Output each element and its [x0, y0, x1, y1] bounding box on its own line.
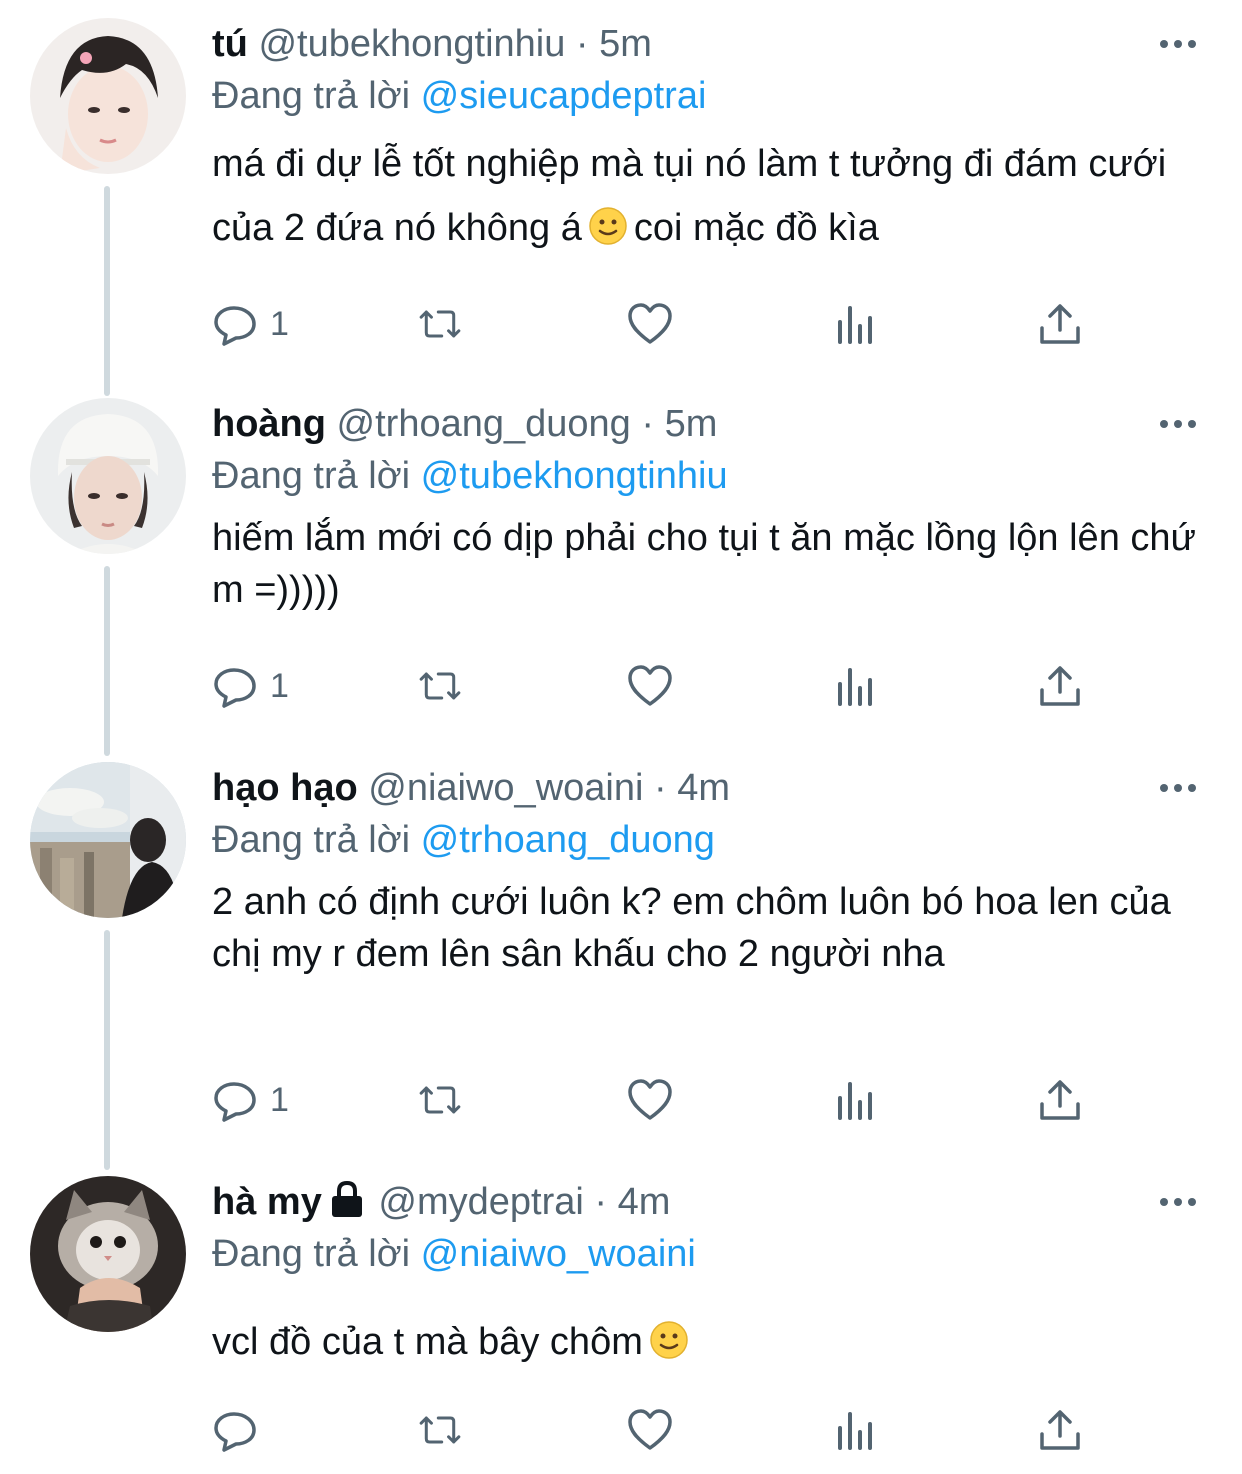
replying-label: Đang trả lời	[212, 455, 411, 497]
tweet-header: hạo hạo @niaiwo_woaini · 4m	[212, 762, 1212, 814]
user-handle[interactable]: @tubekhongtinhiu	[258, 23, 565, 65]
tweet-text-part: vcl đồ của t mà bây chôm	[212, 1321, 643, 1363]
slightly-smiling-face-icon	[589, 207, 627, 245]
replying-label: Đang trả lời	[212, 1233, 411, 1275]
like-button[interactable]	[626, 660, 674, 712]
like-button[interactable]	[626, 298, 674, 350]
replying-to-handle[interactable]: @sieucapdeptrai	[421, 75, 707, 117]
avatar[interactable]	[30, 762, 186, 918]
share-button[interactable]	[1036, 1404, 1084, 1456]
share-icon	[1040, 1080, 1080, 1120]
retweet-icon	[419, 310, 461, 338]
heart-icon	[628, 303, 672, 344]
tweet-header: hoàng @trhoang_duong · 5m	[212, 398, 1212, 450]
timestamp[interactable]: 4m	[677, 767, 730, 809]
heart-icon	[628, 1409, 672, 1450]
like-button[interactable]	[626, 1074, 674, 1126]
replying-to-line: Đang trả lời @sieucapdeptrai	[212, 70, 1212, 122]
user-handle[interactable]: @mydeptrai	[378, 1181, 583, 1223]
analytics-icon	[838, 306, 872, 344]
reply-count: 1	[270, 304, 289, 343]
display-name[interactable]: tú	[212, 23, 248, 65]
replying-to-handle[interactable]: @niaiwo_woaini	[421, 1233, 696, 1275]
reply-bubble-icon	[214, 668, 256, 708]
lock-icon	[331, 1180, 362, 1217]
retweet-button[interactable]	[416, 660, 464, 712]
analytics-button[interactable]	[832, 1404, 880, 1456]
analytics-button[interactable]	[832, 298, 880, 350]
retweet-icon	[419, 1416, 461, 1444]
more-dots-icon[interactable]	[1158, 18, 1198, 70]
analytics-button[interactable]	[832, 1074, 880, 1126]
retweet-button[interactable]	[416, 298, 464, 350]
thread-connector	[104, 186, 110, 396]
replying-to-handle[interactable]: @tubekhongtinhiu	[421, 455, 728, 497]
share-icon	[1040, 304, 1080, 344]
retweet-icon	[419, 1086, 461, 1114]
share-button[interactable]	[1036, 660, 1084, 712]
analytics-button[interactable]	[832, 660, 880, 712]
analytics-icon	[838, 1082, 872, 1120]
share-icon	[1040, 666, 1080, 706]
heart-icon	[628, 665, 672, 706]
retweet-button[interactable]	[416, 1074, 464, 1126]
reply-bubble-icon	[214, 1412, 256, 1452]
slightly-smiling-face-icon	[650, 1321, 688, 1359]
tweet-actions	[212, 1404, 1092, 1456]
display-name[interactable]: hoàng	[212, 403, 326, 445]
heart-icon	[628, 1079, 672, 1120]
replying-to-handle[interactable]: @trhoang_duong	[421, 819, 715, 861]
tweet-header: hà my @mydeptrai · 4m	[212, 1176, 1212, 1228]
avatar[interactable]	[30, 1176, 186, 1332]
more-dots-icon[interactable]	[1158, 398, 1198, 450]
user-handle[interactable]: @trhoang_duong	[337, 403, 631, 445]
reply-button[interactable]: 1	[212, 660, 289, 712]
thread-connector	[104, 566, 110, 756]
user-handle[interactable]: @niaiwo_woaini	[368, 767, 643, 809]
tweet-text-part: coi mặc đồ kìa	[633, 207, 879, 249]
more-dots-icon[interactable]	[1158, 1176, 1198, 1228]
timestamp[interactable]: 5m	[665, 403, 718, 445]
share-button[interactable]	[1036, 1074, 1084, 1126]
reply-count: 1	[270, 666, 289, 705]
reply-count: 1	[270, 1080, 289, 1119]
analytics-icon	[838, 1412, 872, 1450]
separator-dot: ·	[575, 23, 589, 65]
separator-dot: ·	[653, 767, 667, 809]
reply-button[interactable]: 1	[212, 1074, 289, 1126]
replying-to-line: Đang trả lời @niaiwo_woaini	[212, 1228, 1212, 1280]
tweet-text: hiếm lắm mới có dịp phải cho tụi t ăn mặ…	[212, 517, 1196, 611]
avatar[interactable]	[30, 18, 186, 174]
replying-label: Đang trả lời	[212, 819, 411, 861]
analytics-icon	[838, 668, 872, 706]
tweet-text: vcl đồ của t mà bây chôm	[212, 1310, 1212, 1374]
tweet-text: 2 anh có định cưới luôn k? em chôm luôn …	[212, 881, 1171, 975]
separator-dot: ·	[594, 1181, 608, 1223]
reply-button[interactable]: 1	[212, 298, 289, 350]
separator-dot: ·	[641, 403, 655, 445]
share-icon	[1040, 1410, 1080, 1450]
like-button[interactable]	[626, 1404, 674, 1456]
share-button[interactable]	[1036, 298, 1084, 350]
replying-to-line: Đang trả lời @trhoang_duong	[212, 814, 1212, 866]
tweet-actions: 1	[212, 660, 1092, 712]
retweet-icon	[419, 672, 461, 700]
thread-connector	[104, 930, 110, 1170]
retweet-button[interactable]	[416, 1404, 464, 1456]
tweet-actions: 1	[212, 1074, 1092, 1126]
display-name[interactable]: hà my	[212, 1181, 322, 1223]
display-name[interactable]: hạo hạo	[212, 767, 358, 809]
reply-button[interactable]	[212, 1404, 270, 1456]
timestamp[interactable]: 4m	[618, 1181, 671, 1223]
tweet-actions: 1	[212, 298, 1092, 350]
replying-to-line: Đang trả lời @tubekhongtinhiu	[212, 450, 1212, 502]
avatar[interactable]	[30, 398, 186, 554]
reply-bubble-icon	[214, 1082, 256, 1122]
timestamp[interactable]: 5m	[599, 23, 652, 65]
reply-bubble-icon	[214, 306, 256, 346]
tweet-header: tú @tubekhongtinhiu · 5m	[212, 18, 1212, 70]
tweet-text: má đi dự lễ tốt nghiệp mà tụi nó làm t t…	[212, 132, 1212, 260]
more-dots-icon[interactable]	[1158, 762, 1198, 814]
replying-label: Đang trả lời	[212, 75, 411, 117]
